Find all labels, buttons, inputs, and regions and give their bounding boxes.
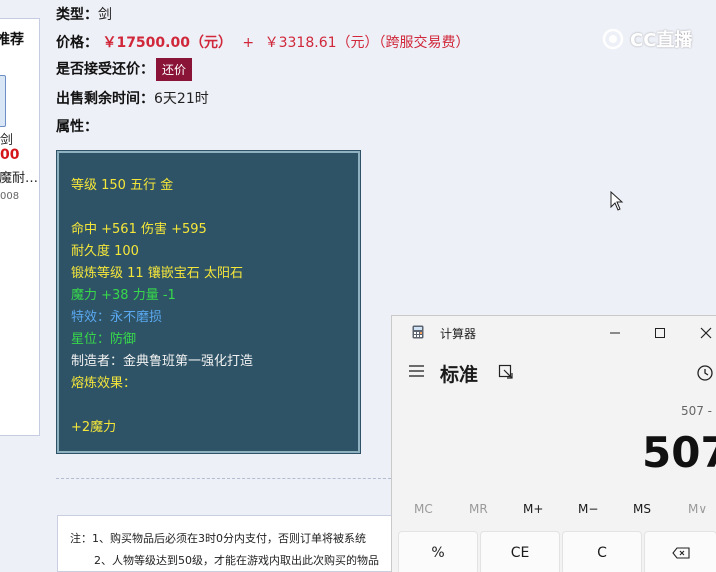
memory-store-button[interactable]: MS (633, 502, 651, 516)
calculator-mode-title: 标准 (440, 364, 479, 386)
note-line-1: 注：1、购买物品后必须在3时0分内支付，否则订单将被系统 (70, 532, 366, 545)
backspace-icon (671, 547, 690, 559)
attr-line: 等级 150 五行 金 (71, 178, 174, 193)
memory-add-button[interactable]: M+ (523, 502, 543, 516)
price-row: 价格： ￥17500.00（元） + ￥3318.61（元）（跨服交易费） (56, 32, 470, 52)
calculator-display: 507 (642, 428, 716, 477)
cross-server-fee: ￥3318.61（元）（跨服交易费） (264, 35, 470, 51)
type-value: 剑 (98, 7, 112, 23)
calculator-title: 计算器 (440, 327, 477, 341)
note-line-2: 2、人物等级达到50级，才能在游戏内取出此次购买的物品 (94, 554, 379, 567)
hamburger-menu-icon[interactable] (408, 364, 426, 378)
attr-line: ​ (71, 395, 358, 417)
calculator-titlebar[interactable]: 计算器 (392, 316, 716, 350)
memory-subtract-button[interactable]: M− (578, 502, 598, 516)
counter-offer-label: 是否接受还价： (56, 61, 154, 78)
stream-watermark: CC直播 (600, 26, 692, 52)
memory-clear-button[interactable]: MC (414, 502, 433, 516)
price-value: ￥17500.00（元） (102, 35, 232, 51)
maximize-icon (655, 328, 665, 338)
price-plus: + (242, 35, 255, 51)
keep-on-top-icon[interactable] (498, 364, 514, 380)
attr-line: 锻炼等级 11 镶嵌宝石 太阳石 (71, 266, 243, 281)
memory-recall-button[interactable]: MR (469, 502, 488, 516)
recommend-title: 推荐 (0, 32, 24, 48)
attr-line: 魔力 +38 力量 -1 (71, 288, 176, 303)
attr-line: ​ (71, 197, 358, 219)
recommend-item-price: 00 (0, 147, 20, 163)
type-row: 类型：剑 (56, 4, 112, 24)
watermark-logo-icon (602, 28, 624, 50)
attr-line: 制造者：金典鲁班第一强化打造 (71, 354, 254, 369)
minimize-icon (610, 332, 620, 334)
memory-list-button[interactable]: M∨ (688, 502, 707, 516)
divider (56, 478, 396, 479)
recommend-panel: 推荐 剑 00 魔耐… 008 (0, 18, 40, 436)
watermark-text: CC直播 (630, 30, 693, 51)
counter-offer-row: 是否接受还价： 还价 (56, 58, 193, 81)
remaining-time-value: 6天21时 (154, 91, 209, 107)
attr-line: 命中 +561 伤害 +595 (71, 222, 207, 237)
recommend-item-id: 008 (0, 191, 20, 202)
percent-key[interactable]: % (398, 531, 478, 572)
attr-line: 星位：防御 (71, 332, 137, 347)
calculator-header: 标准 (392, 356, 716, 390)
calculator-app-icon (412, 325, 424, 339)
item-attributes-box: ​ 等级 150 五行 金 ​ 命中 +561 伤害 +595 耐久度 100 … (57, 151, 360, 453)
close-icon (700, 327, 712, 339)
recommend-item-name[interactable]: 剑 (0, 129, 13, 148)
recommend-item-thumbnail[interactable] (0, 75, 6, 127)
calculator-expression: 507 - (680, 404, 712, 418)
backspace-key[interactable] (644, 531, 716, 572)
history-icon[interactable] (696, 364, 714, 382)
minimize-button[interactable] (604, 322, 626, 344)
attr-line: 熔炼效果： (71, 376, 137, 391)
calculator-window[interactable]: 计算器 标准 507 - 507 MC MR M+ M− MS M∨ % CE … (391, 315, 716, 572)
price-label: 价格： (56, 35, 98, 51)
clear-key[interactable]: C (562, 531, 642, 572)
remaining-time-row: 出售剩余时间：6天21时 (56, 88, 209, 108)
maximize-button[interactable] (649, 322, 671, 344)
clear-entry-key[interactable]: CE (480, 531, 560, 572)
mouse-cursor-icon (610, 191, 624, 211)
attr-line: ​ (71, 153, 358, 175)
attr-line: 特效：永不磨损 (71, 310, 163, 325)
attributes-label: 属性： (56, 119, 98, 135)
recommend-item-desc[interactable]: 魔耐… (0, 167, 38, 186)
attr-line: +2魔力 (71, 420, 117, 435)
memory-row: MC MR M+ M− MS M∨ (392, 502, 716, 524)
counter-offer-button[interactable]: 还价 (156, 58, 193, 81)
type-label: 类型： (56, 7, 98, 23)
attributes-row: 属性： (56, 116, 98, 136)
close-button[interactable] (695, 322, 716, 344)
remaining-time-label: 出售剩余时间： (56, 91, 154, 107)
purchase-notes: 注：1、购买物品后必须在3时0分内支付，否则订单将被系统 2、人物等级达到50级… (57, 515, 397, 572)
attr-line: 耐久度 100 (71, 244, 139, 259)
